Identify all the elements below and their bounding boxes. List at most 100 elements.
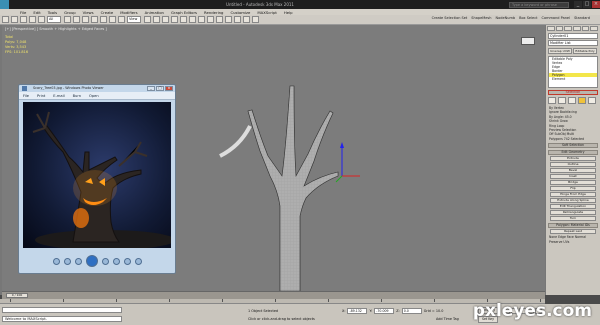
modifier-list-dropdown[interactable]: Modifier List [548,40,598,46]
rotate-left-icon[interactable] [112,257,120,265]
create-tab-icon[interactable] [547,26,555,31]
selection-rollout[interactable]: Selection [548,90,598,95]
flip-button[interactable]: Flip [550,186,596,192]
tree-model[interactable] [200,76,370,291]
add-time-tag[interactable]: Add Time Tag [436,317,459,321]
loop-button[interactable]: Loop [557,124,564,128]
app-logo-icon[interactable] [0,0,9,9]
x-coordinate-field[interactable]: -89.132 [347,308,368,314]
reference-coordinate-dropdown[interactable]: View [127,16,141,23]
motion-tab-icon[interactable] [573,26,581,31]
undo-icon[interactable] [2,16,9,23]
menu-create[interactable]: Create [101,10,114,15]
y-coordinate-field[interactable]: -70.009 [374,308,395,314]
unwrap-uvw-button[interactable]: Unwrap UVW [548,48,572,54]
help-search-input[interactable]: Type a keyword or phrase [509,1,569,8]
shapemesh-label[interactable]: ShapeMesh [471,16,491,20]
viewer-menu-open[interactable]: Open [89,94,99,98]
constraint-face[interactable]: Face [567,235,574,239]
move-icon[interactable] [100,16,107,23]
display-tab-icon[interactable] [581,26,590,31]
hierarchy-tab-icon[interactable] [564,26,573,31]
viewcube-icon[interactable] [521,37,535,45]
shrink-button[interactable]: Shrink [549,119,559,123]
material-editor-icon[interactable] [234,16,241,23]
rotate-icon[interactable] [109,16,116,23]
menu-customize[interactable]: Customize [230,10,250,15]
repeat-last-button[interactable]: Repeat Last [550,229,596,235]
snap-icon[interactable] [162,16,169,23]
menu-group[interactable]: Group [64,10,76,15]
time-slider-track[interactable]: 0 / 100 [2,291,545,299]
rectangle-select-icon[interactable] [82,16,89,23]
viewer-menu-file[interactable]: File [23,94,29,98]
minimize-icon[interactable]: _ [574,1,582,8]
bridge-button[interactable]: Bridge [550,180,596,186]
vertex-mode-icon[interactable] [548,97,556,104]
inset-button[interactable]: Inset [550,174,596,180]
bevel-button[interactable]: Bevel [550,168,596,174]
constraint-normal[interactable]: Normal [575,235,586,239]
viewport-label[interactable]: [+] [Perspective] [ Smooth + Highlights … [5,27,107,31]
zoom-icon[interactable] [52,257,60,265]
render-setup-icon[interactable] [243,16,250,23]
menu-maxscript[interactable]: MAXScript [257,10,277,15]
mirror-icon[interactable] [198,16,205,23]
viewer-close-icon[interactable]: × [165,86,173,91]
angle-snap-icon[interactable] [171,16,178,23]
polygon-mode-icon[interactable] [578,97,586,104]
utilities-tab-icon[interactable] [590,26,599,31]
photo-viewer-window[interactable]: Scary_Tree03.jpg - Windows Photo Viewer … [18,84,176,274]
extrude-along-spline-button[interactable]: Extrude Along Spline [550,198,596,204]
layer-icon[interactable] [216,16,223,23]
outline-button[interactable]: Outline [550,162,596,168]
element-mode-icon[interactable] [588,97,596,104]
constraint-edge[interactable]: Edge [558,235,566,239]
delete-icon[interactable] [134,257,142,265]
link-icon[interactable] [20,16,27,23]
nodenumb-label[interactable]: NodeNumb [495,16,515,20]
stack-item[interactable]: Element [549,77,597,81]
selection-set-label[interactable]: Create Selection Set [432,16,468,20]
edge-mode-icon[interactable] [558,97,566,104]
actual-size-icon[interactable] [63,257,71,265]
menu-views[interactable]: Views [83,10,94,15]
bind-icon[interactable] [38,16,45,23]
retriangulate-button[interactable]: Retriangulate [550,210,596,216]
viewer-menu-print[interactable]: Print [37,94,45,98]
menu-help[interactable]: Help [284,10,293,15]
redo-icon[interactable] [11,16,18,23]
menu-rendering[interactable]: Rendering [204,10,223,15]
commandpanel-label[interactable]: Command Panel [542,16,571,20]
curve-editor-icon[interactable] [225,16,232,23]
selection-filter-dropdown[interactable]: All [47,16,61,23]
slideshow-play-icon[interactable] [85,255,98,267]
render-icon[interactable] [252,16,259,23]
unlink-icon[interactable] [29,16,36,23]
align-icon[interactable] [207,16,214,23]
select-by-name-icon[interactable] [73,16,80,23]
grow-button[interactable]: Grow [560,119,568,123]
hinge-from-edge-button[interactable]: Hinge From Edge [550,192,596,198]
next-icon[interactable] [101,257,109,265]
pivot-icon[interactable] [144,16,151,23]
maximize-icon[interactable]: □ [583,1,591,8]
select-object-icon[interactable] [64,16,71,23]
menu-tools[interactable]: Tools [48,10,57,15]
manipulate-icon[interactable] [153,16,160,23]
edit-triangulation-button[interactable]: Edit Triangulation [550,204,596,210]
previous-icon[interactable] [74,257,82,265]
modify-tab-icon[interactable] [555,26,564,31]
viewer-menu-email[interactable]: E-mail [53,94,64,98]
menu-modifiers[interactable]: Modifiers [120,10,137,15]
menu-edit[interactable]: Edit [33,10,40,15]
menu-animation[interactable]: Animation [145,10,164,15]
border-mode-icon[interactable] [568,97,576,104]
preserve-uvs-checkbox[interactable]: Preserve UVs [546,240,600,244]
viewer-maximize-icon[interactable]: □ [156,86,164,91]
edit-geometry-rollout[interactable]: Edit Geometry [548,150,598,156]
menu-file[interactable]: File [20,10,26,15]
viewer-menu-burn[interactable]: Burn [73,94,81,98]
time-slider[interactable]: 0 / 100 [6,293,28,298]
z-coordinate-field[interactable]: 0.0 [401,308,422,314]
